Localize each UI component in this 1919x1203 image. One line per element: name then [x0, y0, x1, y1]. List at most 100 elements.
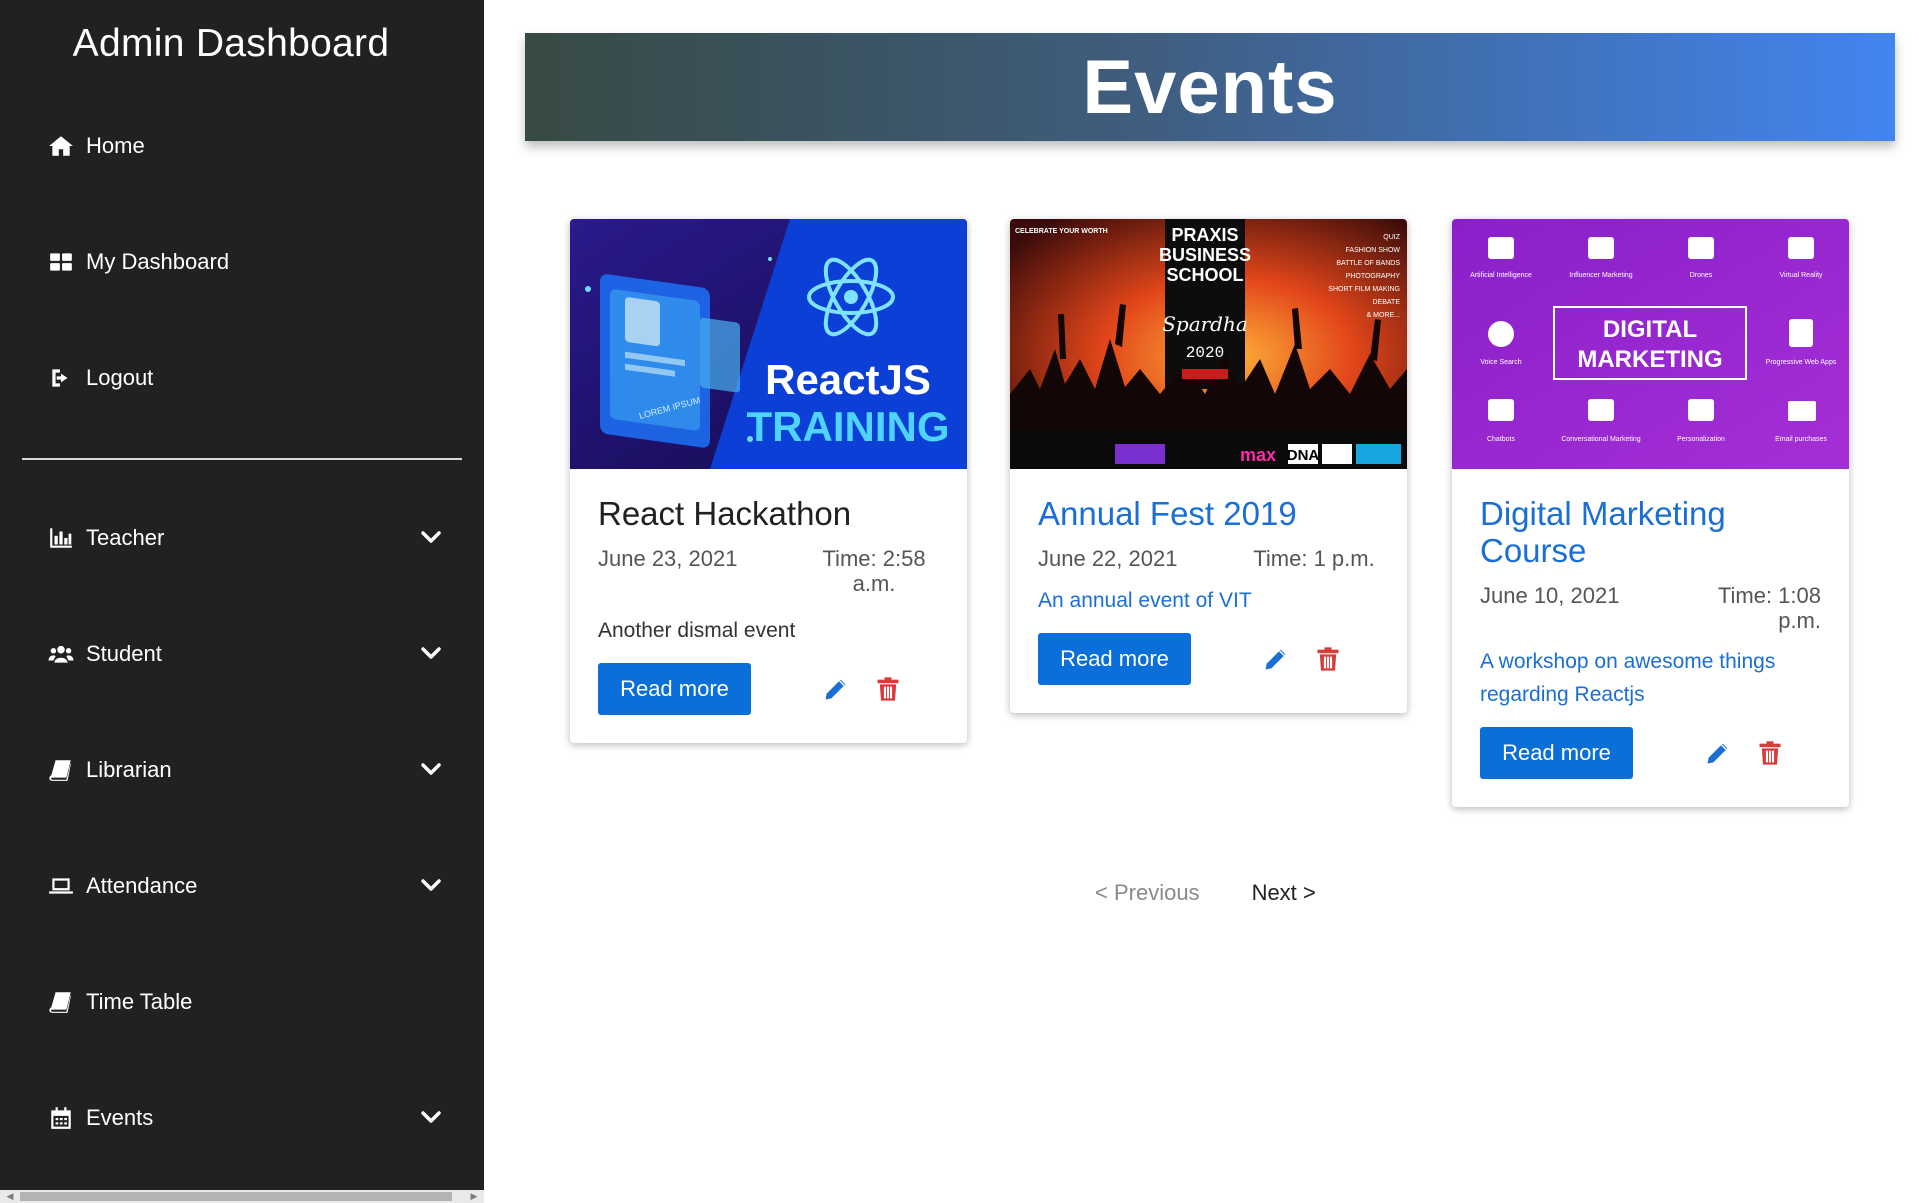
card-body: React Hackathon June 23, 2021 Time: 2:58… [570, 469, 967, 743]
event-image: DIGITAL MARKETING Artificial Intelligenc… [1452, 219, 1849, 469]
event-title[interactable]: Digital Marketing Course [1480, 495, 1821, 569]
sidebar-item-teacher[interactable]: Teacher [46, 508, 446, 568]
pagination: < Previous Next > [1095, 880, 1316, 906]
read-more-button[interactable]: Read more [1480, 727, 1633, 779]
chevron-down-icon[interactable] [416, 522, 446, 552]
svg-text:CELEBRATE YOUR WORTH: CELEBRATE YOUR WORTH [1015, 228, 1108, 235]
sidebar-item-librarian[interactable]: Librarian [46, 740, 446, 800]
book-icon [46, 755, 76, 785]
svg-text:Spardha: Spardha [1162, 312, 1248, 336]
chevron-down-icon[interactable] [416, 870, 446, 900]
previous-page-link[interactable]: < Previous [1095, 880, 1200, 906]
sidebar-divider [22, 458, 462, 460]
page-title: Events [1082, 44, 1338, 130]
svg-text:PHOTOGRAPHY: PHOTOGRAPHY [1346, 273, 1401, 280]
laptop-icon [46, 871, 76, 901]
scroll-right-icon[interactable]: ▶ [467, 1191, 481, 1202]
sidebar-item-my-dashboard[interactable]: My Dashboard [46, 232, 446, 292]
svg-text:SCHOOL: SCHOOL [1166, 265, 1243, 285]
event-image: LOREM IPSUM ReactJS TRAINING [570, 219, 967, 469]
read-more-button[interactable]: Read more [598, 663, 751, 715]
sidebar-item-logout[interactable]: Logout [46, 348, 446, 408]
card-actions: Read more [598, 663, 939, 715]
event-date: June 10, 2021 [1480, 583, 1620, 608]
home-icon [46, 131, 76, 161]
svg-text:2020: 2020 [1186, 344, 1224, 362]
horizontal-scrollbar[interactable]: ◀ ▶ [0, 1190, 484, 1203]
logout-icon [46, 363, 76, 393]
sidebar-item-label: Teacher [86, 525, 165, 550]
edit-pencil-icon[interactable] [819, 672, 853, 706]
event-image: CELEBRATE YOUR WORTH PRAXIS BUSINESS SCH… [1010, 219, 1407, 469]
app-root: Admin Dashboard Home My Dashboard Logout [0, 0, 1919, 1203]
sidebar-item-student[interactable]: Student [46, 624, 446, 684]
event-time: Time: 1 p.m. [1253, 546, 1375, 571]
sidebar-item-label: Time Table [86, 989, 193, 1014]
svg-text:BUSINESS: BUSINESS [1159, 245, 1251, 265]
users-icon [46, 639, 76, 669]
chevron-down-icon[interactable] [416, 1102, 446, 1132]
sidebar-item-attendance[interactable]: Attendance [46, 856, 446, 916]
sidebar-item-events[interactable]: Events [46, 1088, 446, 1148]
sidebar: Admin Dashboard Home My Dashboard Logout [0, 0, 484, 1203]
svg-text:Conversational Marketing: Conversational Marketing [1561, 436, 1640, 443]
book-icon [46, 987, 76, 1017]
svg-text:BATTLE OF BANDS: BATTLE OF BANDS [1336, 260, 1400, 267]
event-meta: June 22, 2021 Time: 1 p.m. [1038, 546, 1379, 572]
svg-text:Drones: Drones [1690, 272, 1713, 279]
sidebar-item-label: Events [86, 1105, 154, 1130]
card-body: Digital Marketing Course June 10, 2021 T… [1452, 469, 1849, 807]
edit-pencil-icon[interactable] [1701, 736, 1735, 770]
sidebar-item-label: Attendance [86, 873, 198, 898]
svg-text:MARKETING: MARKETING [1577, 346, 1722, 373]
svg-text:Personalization: Personalization [1677, 436, 1725, 443]
scroll-left-icon[interactable]: ◀ [3, 1191, 17, 1202]
edit-pencil-icon[interactable] [1259, 642, 1293, 676]
event-meta: June 10, 2021 Time: 1:08 p.m. [1480, 583, 1821, 633]
svg-text:Virtual Reality: Virtual Reality [1779, 272, 1823, 279]
svg-text:Voice Search: Voice Search [1480, 359, 1521, 366]
event-time: Time: 2:58 a.m. [822, 546, 926, 596]
svg-text:DNA: DNA [1287, 447, 1320, 464]
svg-text:Influencer Marketing: Influencer Marketing [1569, 272, 1633, 279]
delete-trash-icon[interactable] [1311, 642, 1345, 676]
event-date: June 23, 2021 [598, 546, 738, 571]
svg-text:Progressive Web Apps: Progressive Web Apps [1766, 359, 1837, 366]
page-header: Events [525, 33, 1895, 141]
svg-text:TRAINING: TRAINING [747, 403, 950, 450]
svg-text:Email purchases: Email purchases [1775, 436, 1827, 443]
brand-title: Admin Dashboard [72, 22, 390, 65]
scrollbar-thumb[interactable] [20, 1192, 452, 1201]
svg-text:ReactJS: ReactJS [765, 356, 931, 403]
svg-text:Chatbots: Chatbots [1487, 436, 1516, 443]
svg-text:Artificial Intelligence: Artificial Intelligence [1470, 272, 1532, 279]
svg-text:max: max [1240, 445, 1276, 465]
sidebar-item-time-table[interactable]: Time Table [46, 972, 446, 1032]
read-more-button[interactable]: Read more [1038, 633, 1191, 685]
card-actions: Read more [1480, 727, 1821, 779]
card-body: Annual Fest 2019 June 22, 2021 Time: 1 p… [1010, 469, 1407, 713]
chevron-down-icon[interactable] [416, 638, 446, 668]
event-time: Time: 1:08 p.m. [1717, 583, 1821, 633]
svg-text:DIGITAL: DIGITAL [1603, 316, 1697, 343]
svg-text:PRAXIS: PRAXIS [1171, 225, 1238, 245]
card-actions: Read more [1038, 633, 1379, 685]
sidebar-item-label: Logout [86, 365, 154, 390]
next-page-link[interactable]: Next > [1252, 880, 1316, 906]
svg-text:SHORT FILM MAKING: SHORT FILM MAKING [1328, 286, 1400, 293]
event-description[interactable]: A workshop on awesome things regarding R… [1480, 645, 1821, 711]
sidebar-item-label: Librarian [86, 757, 172, 782]
chevron-down-icon[interactable] [416, 754, 446, 784]
svg-text:FASHION SHOW: FASHION SHOW [1346, 247, 1401, 254]
svg-text:& MORE...: & MORE... [1367, 312, 1401, 319]
sidebar-item-home[interactable]: Home [46, 116, 446, 176]
event-card: CELEBRATE YOUR WORTH PRAXIS BUSINESS SCH… [1010, 219, 1407, 713]
event-description[interactable]: An annual event of VIT [1038, 584, 1379, 617]
event-meta: June 23, 2021 Time: 2:58 a.m. [598, 546, 939, 596]
event-card: DIGITAL MARKETING Artificial Intelligenc… [1452, 219, 1849, 807]
delete-trash-icon[interactable] [871, 672, 905, 706]
event-title[interactable]: React Hackathon [598, 495, 939, 532]
delete-trash-icon[interactable] [1753, 736, 1787, 770]
event-date: June 22, 2021 [1038, 546, 1178, 571]
event-title[interactable]: Annual Fest 2019 [1038, 495, 1379, 532]
